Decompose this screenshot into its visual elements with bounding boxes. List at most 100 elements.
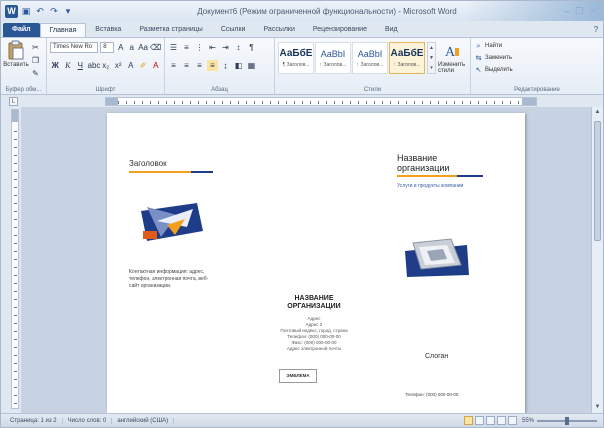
web-layout-view-button[interactable] (485, 416, 495, 425)
change-case-icon[interactable]: Aa (138, 42, 148, 53)
style-item-selected[interactable]: АаБбЕ ↑ Заголов... (389, 42, 425, 74)
zoom-slider[interactable] (537, 416, 597, 425)
full-screen-view-button[interactable] (474, 416, 484, 425)
styles-group: АаБбЕ ¶ Заголов... AaBbI ↑ Заголов... Aa… (275, 38, 471, 94)
word-window: W ▣ ↶ ↷ ▾ Документ6 (Режим ограниченной … (0, 0, 604, 428)
word-logo-icon[interactable]: W (5, 4, 18, 18)
draft-view-button[interactable] (507, 416, 517, 425)
tab-file[interactable]: Файл (3, 23, 40, 37)
minimize-button[interactable]: – (564, 6, 569, 17)
redo-icon[interactable]: ↷ (48, 5, 60, 17)
strikethrough-icon[interactable]: abc (88, 60, 101, 71)
format-painter-icon[interactable]: ✎ (30, 68, 41, 79)
center-org-title[interactable]: НАЗВАНИЕ ОРГАНИЗАЦИИ (262, 295, 366, 311)
shading-icon[interactable]: ◧ (233, 60, 244, 71)
left-heading[interactable]: Заголовок (129, 159, 167, 168)
close-button[interactable]: ✕ (589, 6, 597, 17)
align-left-icon[interactable]: ≡ (168, 60, 179, 71)
print-layout-view-button[interactable] (463, 416, 473, 425)
chevron-down-icon[interactable]: ▾ (62, 5, 74, 17)
justify-icon[interactable]: ≡ (207, 59, 218, 71)
logo-placeholder[interactable]: ЭМБЛЕМА (279, 369, 317, 383)
sort-icon[interactable]: ↕ (233, 42, 244, 53)
scroll-down-icon[interactable]: ▼ (592, 402, 603, 413)
replace-icon: ⇆ (475, 54, 482, 62)
font-size-select[interactable]: 8 (100, 41, 115, 53)
chevron-down-icon[interactable]: ▼ (428, 53, 435, 63)
tab-selector[interactable]: L (9, 97, 18, 106)
vertical-scrollbar[interactable]: ▲ ▼ (591, 107, 603, 413)
tab-page-layout[interactable]: Разметка страницы (130, 23, 212, 37)
grow-font-icon[interactable]: A (116, 42, 125, 53)
gallery-scroll[interactable]: ▲ ▼ ▾ (427, 42, 436, 74)
zoom-level[interactable]: 55% (519, 418, 537, 424)
superscript-icon[interactable]: x² (113, 60, 124, 71)
clear-format-icon[interactable]: ⌫ (150, 42, 161, 53)
outline-view-button[interactable] (496, 416, 506, 425)
zoom-slider-knob[interactable] (565, 416, 569, 425)
word-count[interactable]: Число слов: 0 (63, 417, 113, 424)
save-icon[interactable]: ▣ (20, 5, 32, 17)
chevron-up-icon[interactable]: ▲ (428, 43, 435, 53)
show-marks-icon[interactable]: ¶ (246, 42, 257, 53)
highlight-icon[interactable]: ✐ (138, 60, 149, 71)
styles-gallery: АаБбЕ ¶ Заголов... AaBbI ↑ Заголов... Aa… (278, 40, 425, 74)
italic-icon[interactable]: К (63, 60, 74, 71)
change-styles-button[interactable]: A Изменить стили (438, 40, 466, 74)
tab-insert[interactable]: Вставка (86, 23, 130, 37)
borders-icon[interactable]: ▦ (246, 60, 257, 71)
cut-icon[interactable]: ✂ (30, 42, 41, 53)
paste-button[interactable]: Вставить (3, 40, 29, 79)
document-page[interactable]: Заголовок Контактная информация: адрес, … (107, 113, 525, 413)
ribbon-tabs: Файл Главная Вставка Разметка страницы С… (1, 21, 603, 37)
shrink-font-icon[interactable]: a (127, 42, 136, 53)
find-button[interactable]: ⌕ Найти (474, 40, 600, 52)
accent-line-blue (191, 171, 213, 173)
numbering-icon[interactable]: ≡ (181, 42, 192, 53)
style-item[interactable]: AaBbI ↑ Заголов... (352, 42, 388, 74)
tab-mailings[interactable]: Рассылки (254, 23, 303, 37)
replace-button[interactable]: ⇆ Заменить (474, 52, 600, 64)
tab-view[interactable]: Вид (376, 23, 407, 37)
paste-label: Вставить (3, 62, 29, 68)
org-subtitle[interactable]: Услуги и продукты компании (397, 183, 477, 190)
tab-home[interactable]: Главная (39, 23, 87, 37)
slogan[interactable]: Слоган (425, 353, 448, 360)
style-item[interactable]: АаБбЕ ¶ Заголов... (278, 42, 314, 74)
more-icon[interactable]: ▾ (428, 63, 435, 73)
horizontal-ruler[interactable] (105, 97, 537, 106)
scroll-thumb[interactable] (594, 121, 601, 241)
help-icon[interactable]: ? (589, 23, 603, 37)
copy-icon[interactable]: ❐ (30, 55, 41, 66)
align-right-icon[interactable]: ≡ (194, 60, 205, 71)
subscript-icon[interactable]: x₂ (101, 60, 112, 71)
cursor-icon: ↖ (475, 66, 482, 74)
increase-indent-icon[interactable]: ⇥ (220, 42, 231, 53)
right-graphic[interactable] (403, 237, 471, 281)
align-center-icon[interactable]: ≡ (181, 60, 192, 71)
center-address-block[interactable]: Адрес Адрес 2 Почтовый индекс, город, ст… (255, 316, 373, 352)
bold-icon[interactable]: Ж (50, 60, 61, 71)
tab-references[interactable]: Ссылки (212, 23, 255, 37)
decrease-indent-icon[interactable]: ⇤ (207, 42, 218, 53)
underline-icon[interactable]: Ч (75, 60, 86, 71)
phone-text[interactable]: Телефон: (000) 000-00-00 (405, 391, 458, 398)
undo-icon[interactable]: ↶ (34, 5, 46, 17)
left-graphic[interactable] (137, 201, 207, 243)
select-button[interactable]: ↖ Выделить (474, 64, 600, 76)
bullets-icon[interactable]: ☰ (168, 42, 179, 53)
tab-review[interactable]: Рецензирование (304, 23, 376, 37)
page-counter[interactable]: Страница: 1 из 2 (5, 417, 63, 424)
line-spacing-icon[interactable]: ↨ (220, 60, 231, 71)
font-name-select[interactable]: Times New Ro (50, 41, 99, 53)
text-effects-icon[interactable]: A (126, 60, 137, 71)
scroll-up-icon[interactable]: ▲ (592, 107, 603, 118)
vertical-ruler[interactable] (11, 109, 19, 409)
multilevel-list-icon[interactable]: ⋮ (194, 42, 205, 53)
style-item[interactable]: AaBbI ↑ Заголов... (315, 42, 351, 74)
font-color-icon[interactable]: A (151, 60, 162, 71)
org-title[interactable]: Название организации (397, 153, 449, 173)
language-indicator[interactable]: английский (США) (112, 417, 175, 424)
maximize-button[interactable]: ❐ (575, 6, 583, 17)
left-body-text[interactable]: Контактная информация: адрес, телефон, э… (129, 269, 209, 290)
